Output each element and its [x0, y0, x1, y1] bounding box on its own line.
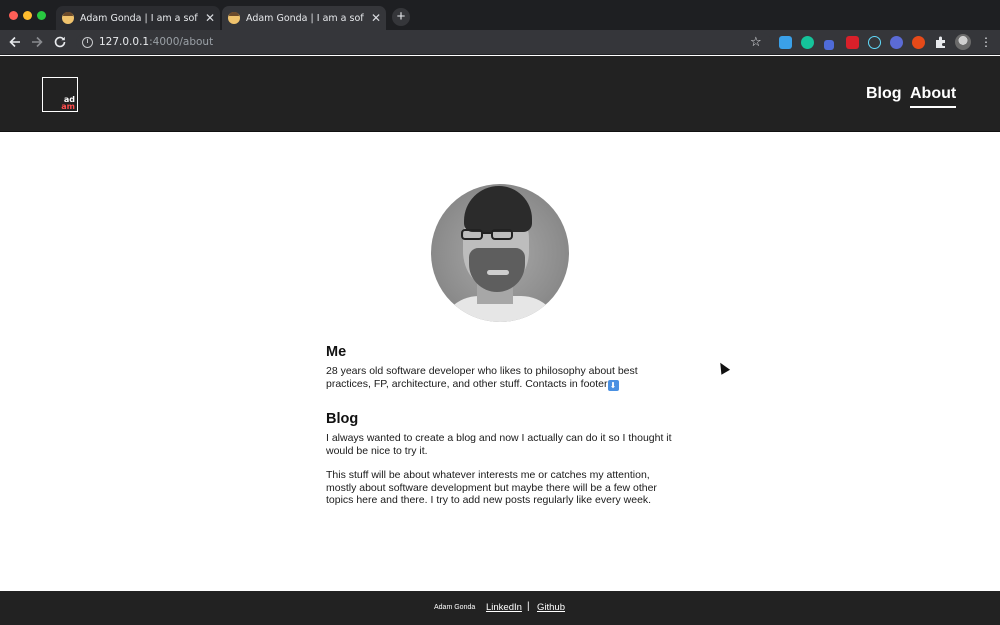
browser-tab-1[interactable]: Adam Gonda | I am a software ✕ [56, 6, 220, 30]
browser-tab-strip: Adam Gonda | I am a software ✕ Adam Gond… [0, 0, 1000, 30]
extension-icon[interactable] [779, 36, 792, 49]
close-tab-icon[interactable]: ✕ [204, 11, 216, 25]
logo-line-2: am [61, 102, 75, 111]
close-tab-icon[interactable]: ✕ [370, 11, 382, 25]
tab-title: Adam Gonda | I am a software [80, 12, 198, 24]
me-heading: Me [326, 344, 347, 360]
favicon-icon [62, 12, 74, 24]
back-arrow-icon[interactable] [7, 34, 23, 50]
maximize-window-button[interactable] [37, 11, 46, 20]
forward-arrow-icon[interactable] [29, 34, 45, 50]
browser-toolbar: i 127.0.0.1:4000/about ☆ ⋮ [0, 30, 1000, 55]
mouse-cursor-icon [715, 360, 731, 375]
site-footer: Adam Gonda LinkedIn | Github [0, 591, 1000, 625]
minimize-window-button[interactable] [23, 11, 32, 20]
nav-about-link[interactable]: About [910, 85, 957, 108]
menu-icon[interactable]: ⋮ [980, 34, 992, 50]
logo-text: ad am [61, 96, 75, 111]
profile-photo [431, 184, 569, 322]
tab-title: Adam Gonda | I am a software [246, 12, 364, 24]
blog-heading: Blog [326, 411, 359, 427]
url-text: 127.0.0.1:4000/about [99, 36, 213, 48]
site-logo[interactable]: ad am [42, 77, 78, 112]
react-devtools-icon[interactable] [868, 36, 881, 49]
extension-badge-icon[interactable] [824, 40, 834, 50]
footer-author-name: Adam Gonda [434, 604, 476, 611]
me-text: 28 years old software developer who like… [326, 365, 638, 390]
footer-github-link[interactable]: Github [537, 602, 565, 613]
down-arrow-icon: ⬇ [607, 379, 619, 391]
close-window-button[interactable] [9, 11, 18, 20]
url-path: :4000/about [149, 36, 214, 48]
me-paragraph: 28 years old software developer who like… [326, 365, 676, 391]
ublock-icon[interactable] [846, 36, 859, 49]
blog-paragraph-1: I always wanted to create a blog and now… [326, 432, 672, 457]
url-host: 127.0.0.1 [99, 36, 150, 48]
footer-linkedin-link[interactable]: LinkedIn [486, 602, 522, 613]
browser-tab-2[interactable]: Adam Gonda | I am a software ✕ [222, 6, 386, 30]
blog-paragraph-2: This stuff will be about whatever intere… [326, 469, 657, 506]
profile-icon[interactable] [955, 34, 971, 50]
footer-separator: | [527, 601, 530, 612]
extension-icon[interactable] [890, 36, 903, 49]
new-tab-button[interactable]: + [392, 8, 410, 26]
address-bar[interactable]: i 127.0.0.1:4000/about [76, 33, 772, 52]
grammarly-icon[interactable] [801, 36, 814, 49]
info-icon[interactable]: i [82, 37, 93, 48]
reload-icon[interactable] [52, 34, 68, 50]
extensions-icon[interactable] [933, 34, 949, 50]
nav-blog-link[interactable]: Blog [866, 85, 902, 103]
site-header: ad am Blog About [0, 56, 1000, 132]
favicon-icon [228, 12, 240, 24]
extension-icon[interactable] [912, 36, 925, 49]
star-icon[interactable]: ☆ [750, 34, 762, 50]
